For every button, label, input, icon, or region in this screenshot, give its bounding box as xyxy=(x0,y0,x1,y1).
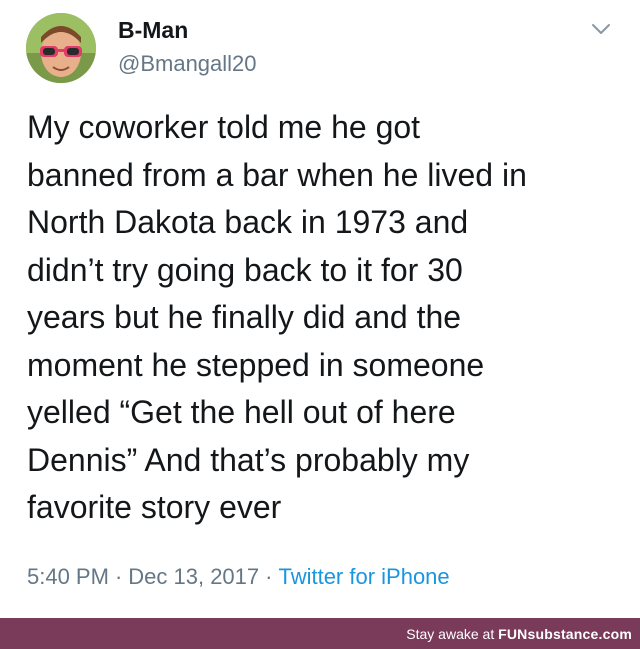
chevron-down-icon[interactable] xyxy=(590,18,612,40)
tweet-text-line: moment he stepped in someone xyxy=(27,346,485,383)
tweet-time[interactable]: 5:40 PM xyxy=(27,564,109,589)
tweet-text-line: banned from a bar when he lived in xyxy=(27,156,527,193)
tweet-metadata: 5:40 PM · Dec 13, 2017 · Twitter for iPhone xyxy=(27,563,450,591)
display-name[interactable]: B-Man xyxy=(118,16,188,44)
tweet-text-line: years but he finally did and the xyxy=(27,299,462,335)
separator: · xyxy=(114,564,123,589)
user-handle[interactable]: @Bmangall20 xyxy=(118,50,257,78)
tweet-source-link[interactable]: Twitter for iPhone xyxy=(278,564,449,589)
avatar[interactable] xyxy=(26,13,96,83)
avatar-icon xyxy=(26,13,96,83)
tweet-text-line: North Dakota back in 1973 and xyxy=(27,204,469,240)
tweet-card: B-Man @Bmangall20 My coworker told me he… xyxy=(0,0,640,618)
tweet-text-line: Dennis” And that’s probably my xyxy=(27,441,470,478)
tweet-text-line: favorite story ever xyxy=(27,489,282,525)
tweet-text-line: My coworker told me he got xyxy=(27,109,421,145)
watermark-text: Stay awake at FUNsubstance.com xyxy=(406,625,632,643)
tweet-date[interactable]: Dec 13, 2017 xyxy=(128,564,259,589)
watermark-footer: Stay awake at FUNsubstance.com xyxy=(0,618,640,649)
tweet-text-line: didn’t try going back to it for 30 xyxy=(27,251,463,288)
watermark-prefix: Stay awake at xyxy=(406,626,499,642)
tweet-text-line: yelled “Get the hell out of here xyxy=(27,394,456,430)
tweet-text: My coworker told me he got banned from a… xyxy=(27,104,627,532)
separator: · xyxy=(265,564,273,589)
watermark-brand: FUNsubstance.com xyxy=(498,626,632,642)
